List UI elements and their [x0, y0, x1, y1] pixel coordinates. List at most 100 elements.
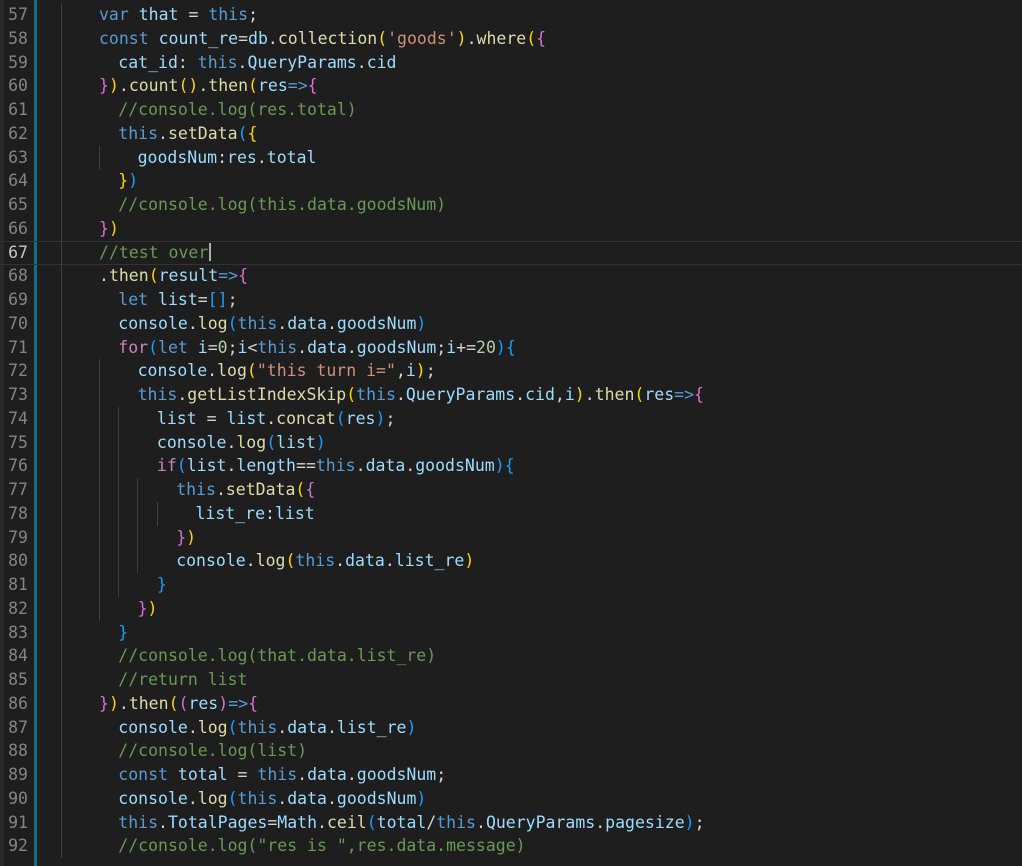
code-text[interactable]: }: [118, 621, 128, 645]
code-line[interactable]: 73 this.getListIndexSkip(this.QueryParams…: [0, 383, 1022, 407]
code-line[interactable]: 80 console.log(this.data.list_re): [0, 549, 1022, 574]
indent-guide: [61, 763, 62, 787]
code-line[interactable]: 65 //console.log(this.data.goodsNum): [0, 193, 1022, 217]
code-line[interactable]: 70 console.log(this.data.goodsNum): [0, 311, 1022, 336]
code-text[interactable]: console.log("this turn i=",i);: [138, 359, 436, 383]
line-number: 72: [8, 361, 28, 381]
code-line[interactable]: 59 cat_id: this.QueryParams.cid: [0, 50, 1022, 75]
code-line[interactable]: 72 console.log("this turn i=",i);: [0, 359, 1022, 384]
code-text[interactable]: list_re:list: [196, 502, 315, 526]
indent-guide: [61, 691, 62, 716]
code-line[interactable]: 62 this.setData({: [0, 121, 1022, 146]
code-line[interactable]: 83}: [0, 620, 1022, 645]
code-line[interactable]: 58 const count_re=db.collection('goods').…: [0, 26, 1022, 51]
line-number: 84: [8, 646, 28, 666]
code-line[interactable]: 77 this.setData({: [0, 478, 1022, 502]
code-line[interactable]: 66}): [0, 216, 1022, 241]
indent-guide: [61, 478, 62, 502]
indent-guide: [99, 596, 100, 621]
code-text[interactable]: //console.log(that.data.list_re): [118, 644, 436, 668]
code-text[interactable]: for(let i=0;i<this.data.goodsNum;i+=20){: [118, 336, 515, 360]
indent-guide: [61, 335, 62, 360]
line-number: 70: [8, 313, 28, 333]
indent-guide: [61, 98, 62, 122]
code-text[interactable]: }: [157, 573, 167, 597]
code-line[interactable]: 68 .then(result=>{: [0, 264, 1022, 289]
code-line[interactable]: 91 this.TotalPages=Math.ceil(total/this.Q…: [0, 810, 1022, 835]
code-text[interactable]: this.setData({: [118, 122, 257, 146]
code-text[interactable]: console.log(list): [157, 431, 326, 455]
line-number: 60: [8, 76, 28, 96]
code-text[interactable]: if(list.length==this.data.goodsNum){: [157, 454, 515, 478]
code-line[interactable]: 82}): [0, 596, 1022, 621]
code-line[interactable]: 86}).then((res)=>{: [0, 691, 1022, 716]
code-text[interactable]: const count_re=db.collection('goods').wh…: [99, 27, 546, 51]
code-line[interactable]: 57 var that = this;: [0, 3, 1022, 27]
code-text[interactable]: this.setData({: [176, 478, 315, 502]
code-text[interactable]: }).then((res)=>{: [99, 692, 258, 716]
code-text[interactable]: console.log(this.data.goodsNum): [118, 312, 426, 336]
code-line[interactable]: 67 //test over: [0, 240, 1022, 265]
code-text[interactable]: }).count().then(res=>{: [99, 74, 318, 98]
indent-guide: [61, 739, 62, 764]
indent-guide: [61, 288, 62, 312]
code-line[interactable]: 79}): [0, 525, 1022, 550]
code-text[interactable]: }): [138, 597, 158, 621]
code-line[interactable]: 64}): [0, 169, 1022, 194]
code-text[interactable]: }): [176, 526, 196, 550]
code-line[interactable]: 85 //return list: [0, 668, 1022, 692]
text-cursor: [209, 242, 212, 261]
code-line[interactable]: 63 goodsNum:res.total: [0, 145, 1022, 170]
indent-guide: [61, 121, 62, 146]
code-text[interactable]: }): [118, 169, 138, 193]
code-text[interactable]: var that = this;: [99, 3, 258, 27]
code-line[interactable]: 88 //console.log(list): [0, 739, 1022, 764]
indent-guide: [61, 311, 62, 336]
code-text[interactable]: .then(result=>{: [99, 264, 248, 288]
code-line[interactable]: 69 let list=[];: [0, 288, 1022, 312]
code-line[interactable]: 76 if(list.length==this.data.goodsNum){: [0, 454, 1022, 479]
code-text[interactable]: let list=[];: [118, 288, 237, 312]
code-text[interactable]: //console.log(res.total): [118, 98, 356, 122]
code-line[interactable]: 60 }).count().then(res=>{: [0, 74, 1022, 99]
code-line[interactable]: 84 //console.log(that.data.list_re): [0, 644, 1022, 669]
code-line[interactable]: 90 console.log(this.data.goodsNum): [0, 786, 1022, 811]
indent-guide: [61, 620, 62, 645]
line-number: 87: [8, 717, 28, 737]
code-text[interactable]: list = list.concat(res);: [157, 407, 395, 431]
code-text[interactable]: cat_id: this.QueryParams.cid: [118, 51, 396, 75]
code-text[interactable]: console.log(this.data.list_re): [176, 549, 474, 573]
code-editor[interactable]: 57 var that = this; 58 const count_re=db.co…: [0, 0, 1022, 866]
code-text[interactable]: //console.log("res is ",res.data.message…: [118, 834, 525, 858]
indent-guide: [99, 359, 100, 384]
indent-guide: [99, 501, 100, 526]
line-number: 71: [8, 337, 28, 357]
indent-guide: [99, 145, 100, 170]
indent-guide: [61, 26, 62, 51]
indent-guide: [99, 573, 100, 597]
code-line[interactable]: 75 console.log(list): [0, 430, 1022, 455]
code-text[interactable]: console.log(this.data.list_re): [118, 716, 416, 740]
code-text[interactable]: console.log(this.data.goodsNum): [118, 787, 426, 811]
code-line[interactable]: 61 //console.log(res.total): [0, 98, 1022, 122]
code-text[interactable]: goodsNum:res.total: [138, 146, 317, 170]
code-line[interactable]: 87 console.log(this.data.list_re): [0, 715, 1022, 740]
indent-guide: [118, 454, 119, 479]
code-text[interactable]: this.TotalPages=Math.ceil(total/this.Que…: [118, 811, 704, 835]
code-line[interactable]: 71 for(let i=0;i<this.data.goodsNum;i+=20…: [0, 335, 1022, 360]
code-line[interactable]: 89 const total = this.data.goodsNum;: [0, 763, 1022, 787]
code-text[interactable]: //test over: [99, 241, 212, 265]
line-number: 80: [8, 551, 28, 571]
code-line[interactable]: 92 //console.log("res is ",res.data.messa…: [0, 834, 1022, 859]
code-text[interactable]: }): [99, 217, 119, 241]
code-line[interactable]: 74 list = list.concat(res);: [0, 406, 1022, 431]
code-line[interactable]: 81}: [0, 573, 1022, 597]
line-number: 91: [8, 812, 28, 832]
code-text[interactable]: //return list: [118, 668, 247, 692]
code-text[interactable]: const total = this.data.goodsNum;: [118, 763, 446, 787]
code-line[interactable]: 78 list_re:list: [0, 501, 1022, 526]
code-text[interactable]: this.getListIndexSkip(this.QueryParams.c…: [138, 383, 704, 407]
code-text[interactable]: //console.log(this.data.goodsNum): [118, 193, 446, 217]
code-text[interactable]: //console.log(list): [118, 739, 307, 763]
line-number: 79: [8, 527, 28, 547]
